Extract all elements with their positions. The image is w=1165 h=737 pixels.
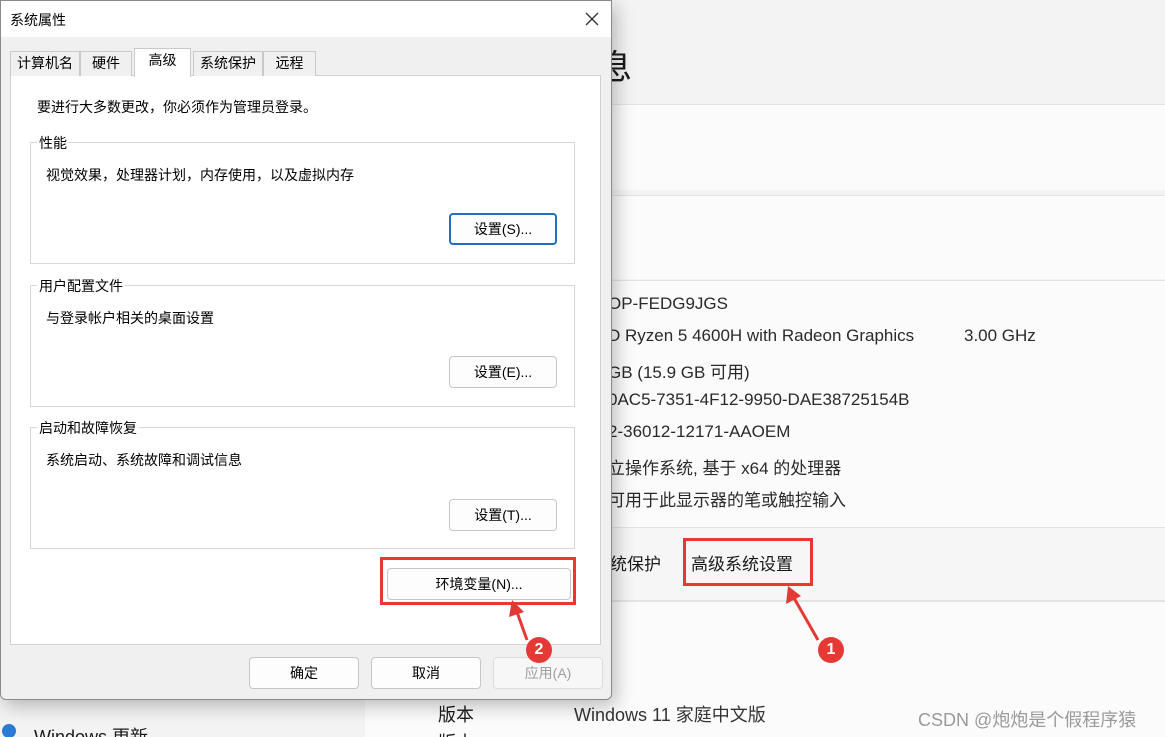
csdn-watermark: CSDN @炮炮是个假程序猿 <box>918 710 1137 730</box>
arrow-2 <box>509 600 529 641</box>
step-badge-2: 2 <box>526 637 552 663</box>
tab-advanced[interactable]: 高级 <box>134 48 191 77</box>
annotation-arrows <box>509 586 820 641</box>
step-badge-1: 1 <box>818 637 844 663</box>
arrow-1 <box>786 586 820 641</box>
